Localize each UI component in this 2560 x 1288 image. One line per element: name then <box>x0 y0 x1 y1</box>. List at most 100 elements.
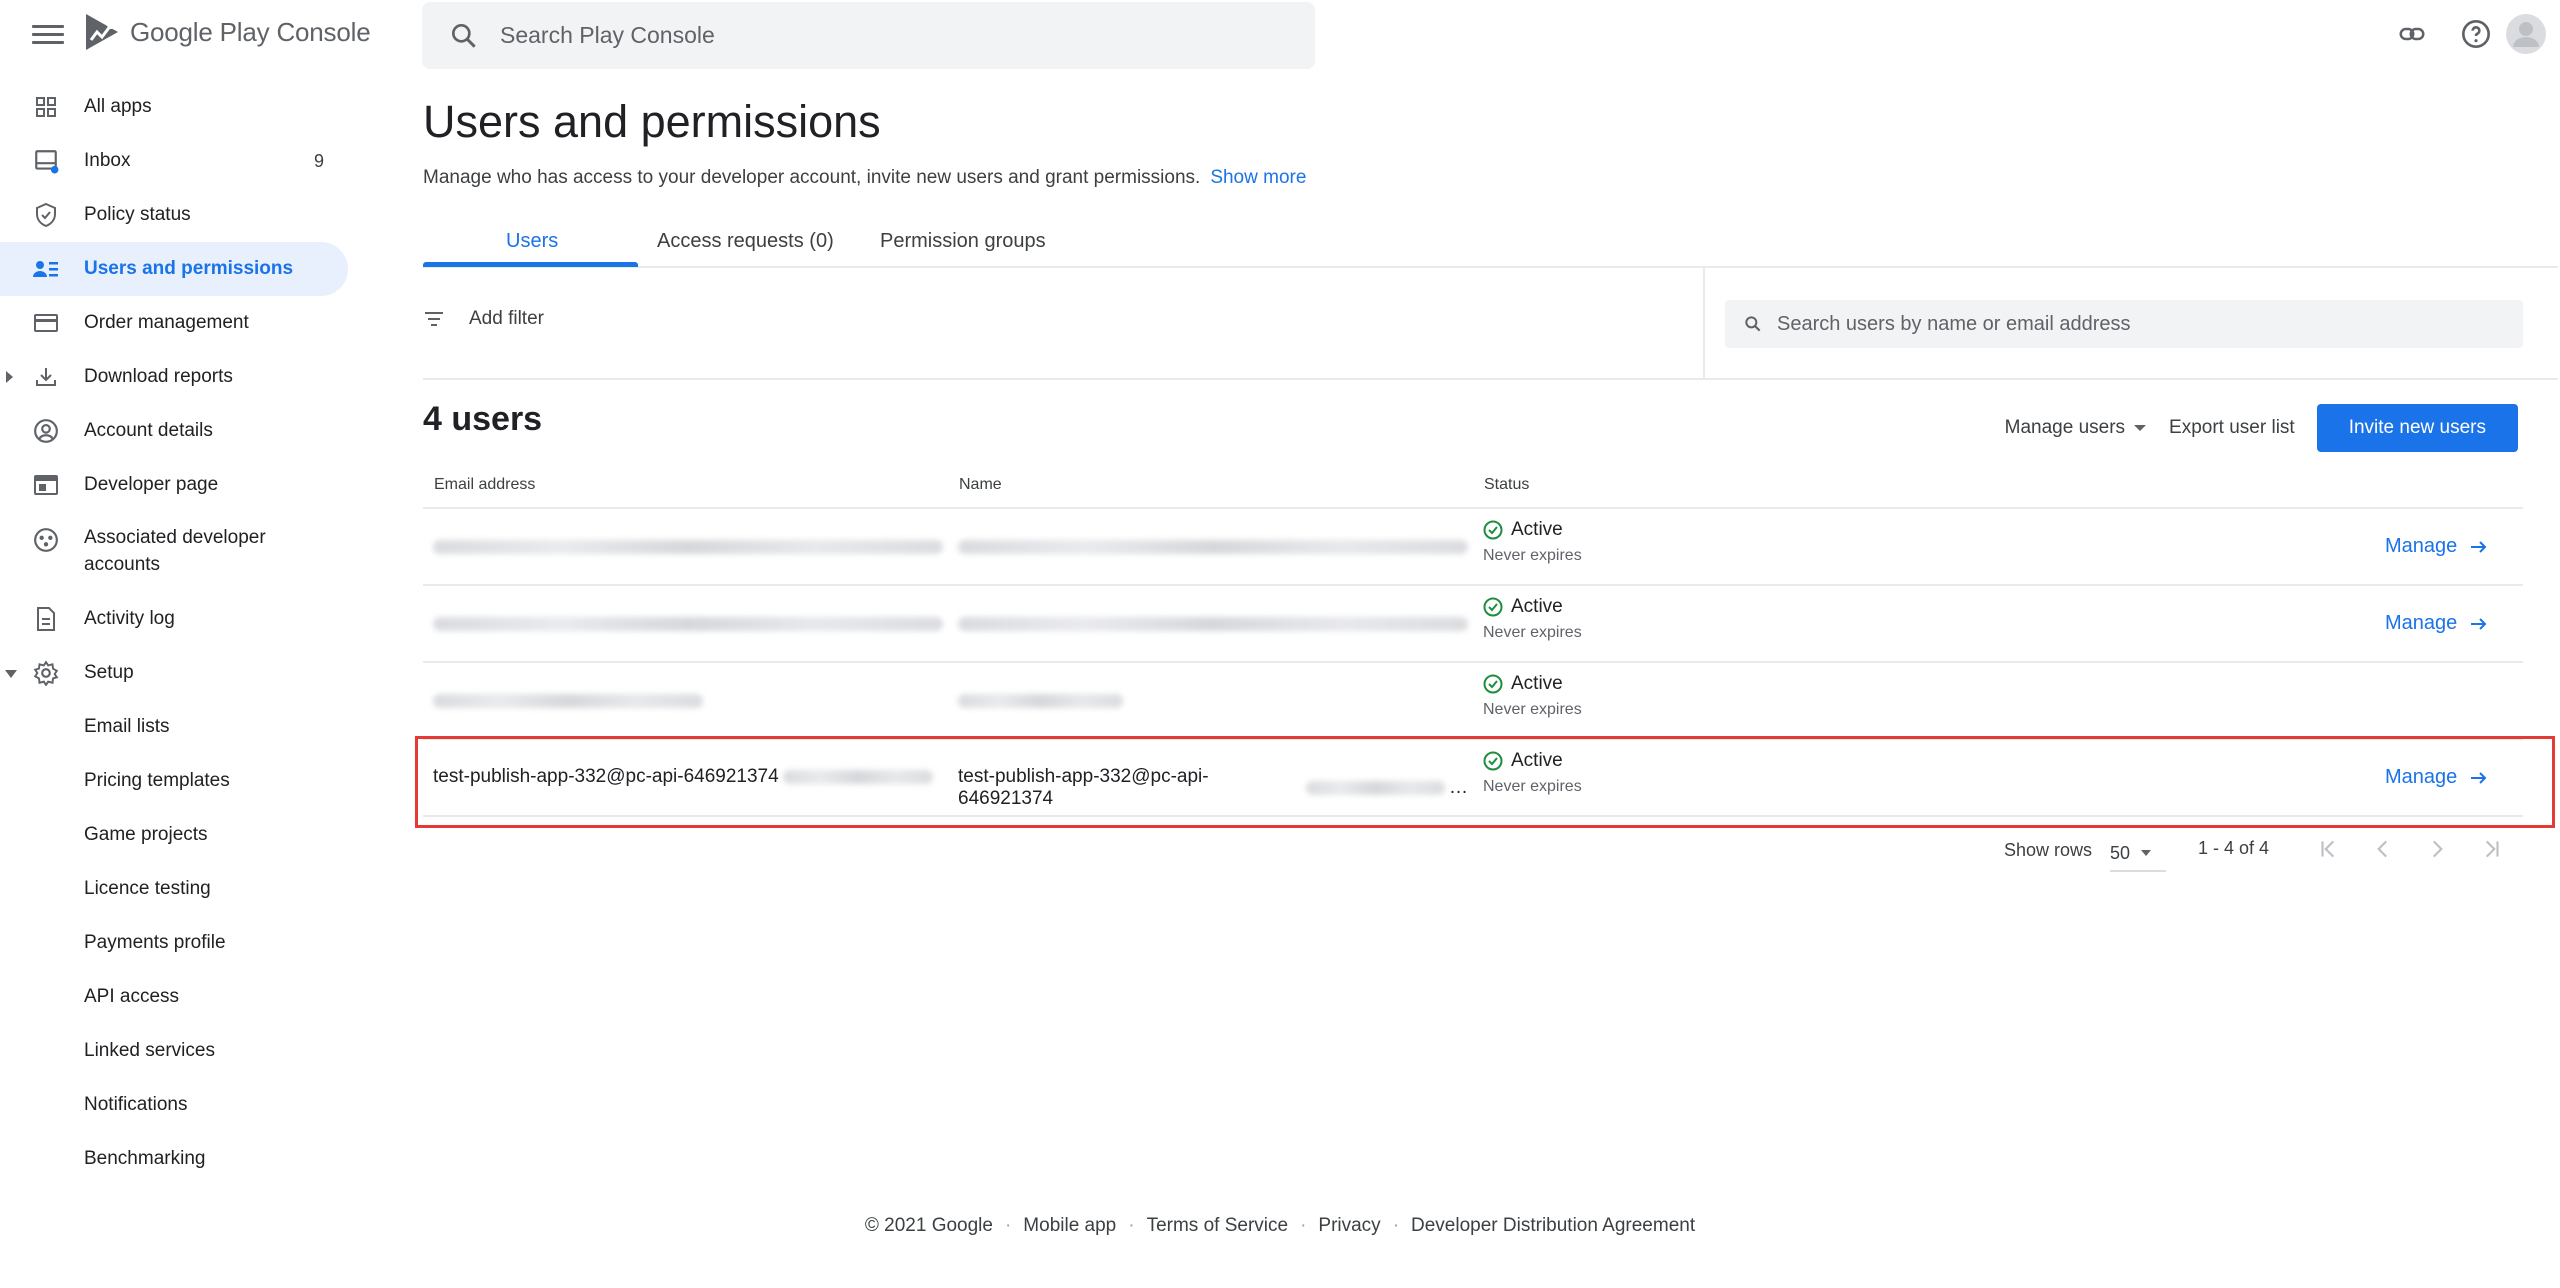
sidebar-subitem-notifications[interactable]: Notifications <box>0 1078 360 1132</box>
table-actions: Manage users Export user list Invite new… <box>2005 404 2518 452</box>
document-icon <box>32 605 60 633</box>
global-search-bar[interactable]: Search Play Console <box>422 2 1315 69</box>
page-description: Manage who has access to your developer … <box>423 167 1306 189</box>
sidebar-subitem-benchmarking[interactable]: Benchmarking <box>0 1132 360 1186</box>
blurred-email <box>433 617 943 631</box>
tab-permission-groups[interactable]: Permission groups <box>880 230 1046 253</box>
column-header-name: Name <box>959 476 1002 493</box>
user-count-heading: 4 users <box>423 400 543 438</box>
caret-down-icon[interactable] <box>4 668 18 680</box>
shield-icon <box>32 201 60 229</box>
sidebar-item-policy-status[interactable]: Policy status <box>0 188 360 242</box>
dropdown-arrow-icon <box>2141 850 2152 856</box>
check-circle-icon <box>1483 520 1503 540</box>
expiry-text: Never expires <box>1483 547 1582 564</box>
search-icon <box>452 23 476 48</box>
help-icon[interactable] <box>2456 14 2496 54</box>
copyright: © 2021 Google <box>864 1215 993 1236</box>
status-badge: Active <box>1511 596 1563 617</box>
filter-divider <box>1703 268 1705 378</box>
table-row[interactable]: Active Never expires <box>423 663 2523 740</box>
footer: © 2021 Google · Mobile app · Terms of Servic… <box>864 1215 1696 1236</box>
sidebar-item-label: Order management <box>84 312 249 333</box>
tab-users[interactable]: Users <box>506 230 558 253</box>
sidebar-item-activity-log[interactable]: Activity log <box>0 592 360 646</box>
sidebar-item-label: Policy status <box>84 204 191 225</box>
blurred-name <box>958 617 1468 631</box>
sidebar-subitem-linked-services[interactable]: Linked services <box>0 1024 360 1078</box>
account-circle-icon <box>32 417 60 445</box>
sidebar-item-label: Setup <box>84 662 134 683</box>
sidebar-subitem-payments-profile[interactable]: Payments profile <box>0 916 360 970</box>
sidebar-item-developer-page[interactable]: Developer page <box>0 458 360 512</box>
column-header-email: Email address <box>434 476 536 493</box>
sidebar-subitem-pricing-templates[interactable]: Pricing templates <box>0 754 360 808</box>
filter-icon <box>425 312 443 326</box>
users-icon <box>32 255 60 283</box>
previous-page-icon[interactable] <box>2370 836 2396 862</box>
sidebar-item-label: Activity log <box>84 608 175 629</box>
user-search-input[interactable]: Search users by name or email address <box>1725 300 2523 348</box>
footer-link-terms[interactable]: Terms of Service <box>1147 1215 1288 1236</box>
check-circle-icon <box>1483 597 1503 617</box>
hamburger-menu-icon[interactable] <box>30 20 66 48</box>
dropdown-arrow-icon <box>2134 425 2147 431</box>
table-row[interactable]: Active Never expires Manage <box>423 509 2523 586</box>
manage-label: Manage <box>2385 612 2458 634</box>
manage-user-link[interactable]: Manage <box>2385 535 2489 558</box>
add-filter-label: Add filter <box>469 308 544 329</box>
check-circle-icon <box>1483 674 1503 694</box>
manage-users-dropdown[interactable]: Manage users <box>2005 417 2147 439</box>
active-tab-indicator <box>423 262 638 267</box>
sidebar-item-label: Associated developer accounts <box>84 527 266 575</box>
arrow-right-icon <box>2471 540 2487 553</box>
expiry-text: Never expires <box>1483 701 1582 718</box>
footer-link-mobile-app[interactable]: Mobile app <box>1023 1215 1116 1236</box>
credit-card-icon <box>32 309 60 337</box>
add-filter-button[interactable]: Add filter <box>423 308 544 330</box>
sidebar-subitem-api-access[interactable]: API access <box>0 970 360 1024</box>
sidebar-subitem-game-projects[interactable]: Game projects <box>0 808 360 862</box>
group-circle-icon <box>32 526 60 554</box>
invite-new-users-button[interactable]: Invite new users <box>2316 404 2518 452</box>
last-page-icon[interactable] <box>2478 836 2504 862</box>
tab-access-requests[interactable]: Access requests (0) <box>657 230 834 253</box>
next-page-icon[interactable] <box>2424 836 2450 862</box>
sidebar-item-account-details[interactable]: Account details <box>0 404 360 458</box>
avatar[interactable] <box>2506 14 2546 54</box>
blurred-name <box>958 540 1468 554</box>
export-user-list-button[interactable]: Export user list <box>2169 417 2295 439</box>
inbox-icon <box>32 147 60 175</box>
sidebar-item-users-and-permissions[interactable]: Users and permissions <box>0 242 348 296</box>
sidebar-item-label: Download reports <box>84 366 233 387</box>
sidebar-item-setup[interactable]: Setup <box>0 646 360 700</box>
caret-right-icon[interactable] <box>4 370 16 384</box>
first-page-icon[interactable] <box>2316 836 2342 862</box>
blurred-name <box>958 694 1123 708</box>
column-header-status: Status <box>1484 476 1530 493</box>
manage-user-link[interactable]: Manage <box>2385 612 2489 635</box>
description-text: Manage who has access to your developer … <box>423 167 1201 188</box>
show-rows-label: Show rows <box>2004 840 2093 860</box>
sidebar-item-associated-developer-accounts[interactable]: Associated developer accounts <box>0 512 360 592</box>
status-badge: Active <box>1511 519 1563 540</box>
expiry-text: Never expires <box>1483 624 1582 641</box>
sidebar-item-order-management[interactable]: Order management <box>0 296 360 350</box>
table-row[interactable]: Active Never expires Manage <box>423 586 2523 663</box>
sidebar-item-inbox[interactable]: Inbox 9 <box>0 134 360 188</box>
page-range: 1 - 4 of 4 <box>2198 838 2270 858</box>
page-title: Users and permissions <box>423 96 881 147</box>
sidebar-subitem-email-lists[interactable]: Email lists <box>0 700 360 754</box>
app-name: Google Play Console <box>130 16 371 47</box>
link-icon[interactable] <box>2392 14 2432 54</box>
play-console-logo[interactable]: Google Play Console <box>84 12 371 52</box>
sidebar-subitem-licence-testing[interactable]: Licence testing <box>0 862 360 916</box>
sidebar-item-download-reports[interactable]: Download reports <box>0 350 360 404</box>
footer-link-dda[interactable]: Developer Distribution Agreement <box>1411 1215 1695 1236</box>
manage-users-label: Manage users <box>2004 417 2126 438</box>
footer-link-privacy[interactable]: Privacy <box>1318 1215 1380 1236</box>
blurred-email <box>433 694 703 708</box>
show-more-link[interactable]: Show more <box>1210 167 1306 188</box>
rows-per-page-select[interactable]: 50 <box>2110 836 2166 872</box>
sidebar-item-all-apps[interactable]: All apps <box>0 80 360 134</box>
